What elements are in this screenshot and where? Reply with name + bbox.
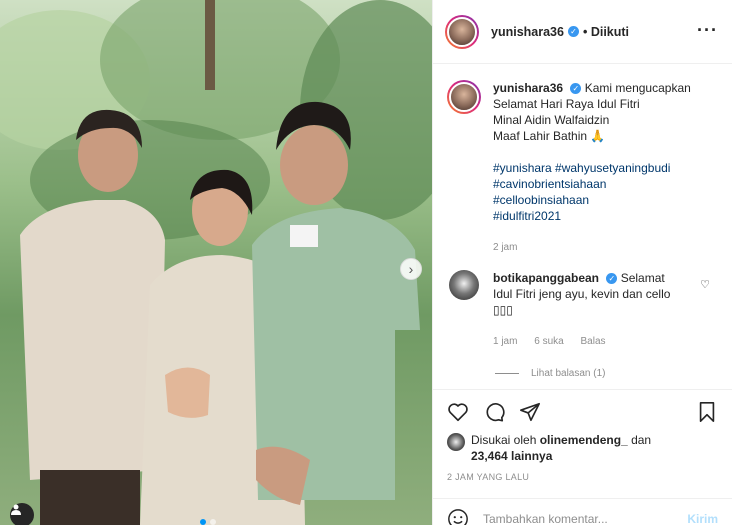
carousel-dot bbox=[200, 519, 206, 525]
reply-button[interactable]: Balas bbox=[580, 336, 605, 347]
chevron-right-icon: › bbox=[408, 261, 414, 277]
verified-icon: ✓ bbox=[567, 26, 579, 37]
comment-like-icon[interactable]: ♡ bbox=[700, 278, 710, 291]
view-replies-label: Lihat balasan (1) bbox=[531, 368, 606, 379]
comment-emoji: ▯▯▯ bbox=[493, 303, 513, 317]
heart-icon[interactable] bbox=[447, 401, 469, 423]
share-icon[interactable] bbox=[519, 401, 541, 423]
carousel-dots bbox=[200, 519, 216, 525]
user-icon bbox=[11, 504, 21, 515]
bookmark-icon[interactable] bbox=[696, 401, 718, 423]
hashtag-link[interactable]: #yunishara #wahyusetyaningbudi bbox=[493, 160, 691, 176]
caption-line: Selamat Hari Raya Idul Fitri bbox=[493, 97, 640, 111]
comment-item: botikapanggabean ✓ Selamat Idul Fitri je… bbox=[447, 270, 718, 350]
author-avatar[interactable] bbox=[445, 14, 479, 49]
post-actions: Disukai oleh olinemendeng_ dan 23,464 la… bbox=[433, 389, 732, 482]
author-username[interactable]: yunishara36 bbox=[491, 25, 564, 39]
likes-count[interactable]: 23,464 lainnya bbox=[471, 449, 552, 463]
comment-likes[interactable]: 6 suka bbox=[534, 336, 563, 347]
divider bbox=[495, 373, 519, 374]
post-side-panel: yunishara36 ✓ • Diikuti ··· yunishara36 … bbox=[432, 0, 732, 525]
comment-text: Idul Fitri jeng ayu, kevin dan cello bbox=[493, 287, 671, 301]
caption: yunishara36 ✓ Kami mengucapkan Selamat H… bbox=[447, 80, 718, 256]
liked-by-user[interactable]: olinemendeng_ bbox=[540, 433, 628, 447]
carousel-dot bbox=[210, 519, 216, 525]
caption-line: Kami mengucapkan bbox=[584, 81, 691, 95]
likes-summary: Disukai oleh olinemendeng_ dan 23,464 la… bbox=[447, 432, 718, 464]
caption-line: Minal Aidin Walfaidzin bbox=[493, 113, 610, 127]
commenter-username[interactable]: botikapanggabean bbox=[493, 271, 599, 285]
post-photo[interactable]: › bbox=[0, 0, 432, 525]
comment-meta: 1 jam 6 suka Balas bbox=[493, 334, 670, 350]
comments-section: yunishara36 ✓ Kami mengucapkan Selamat H… bbox=[433, 64, 732, 389]
comment-text: Selamat bbox=[620, 271, 665, 285]
post-timestamp[interactable]: 2 JAM YANG LALU bbox=[447, 472, 718, 482]
follow-status[interactable]: • Diikuti bbox=[583, 25, 629, 39]
hashtag-link[interactable]: #celloobinsiahaan bbox=[493, 192, 691, 208]
post-header: yunishara36 ✓ • Diikuti ··· bbox=[433, 0, 732, 64]
comment-input[interactable] bbox=[483, 511, 688, 525]
verified-icon: ✓ bbox=[606, 273, 618, 285]
caption-line: Maaf Lahir Bathin 🙏 bbox=[493, 129, 606, 143]
comment-time[interactable]: 1 jam bbox=[493, 336, 517, 347]
follow-status-label: Diikuti bbox=[590, 24, 630, 39]
send-comment-button[interactable]: Kirim bbox=[687, 512, 718, 525]
hashtag-link[interactable]: #idulfitri2021 bbox=[493, 208, 691, 224]
emoji-icon[interactable] bbox=[447, 508, 469, 525]
caption-time[interactable]: 2 jam bbox=[493, 242, 517, 253]
commenter-avatar[interactable] bbox=[449, 270, 479, 300]
liked-by-and: dan bbox=[631, 433, 652, 447]
photo-illustration bbox=[0, 0, 432, 525]
hashtag-link[interactable]: #cavinobrientsiahaan bbox=[493, 176, 691, 192]
tagged-users-button[interactable] bbox=[10, 503, 34, 525]
more-horizontal-icon[interactable]: ··· bbox=[697, 20, 718, 41]
liked-by-prefix: Disukai oleh bbox=[471, 433, 537, 447]
view-replies[interactable]: Lihat balasan (1) bbox=[495, 368, 718, 379]
caption-username[interactable]: yunishara36 bbox=[493, 81, 563, 95]
add-comment-bar: Kirim bbox=[433, 498, 732, 525]
caption-meta: 2 jam bbox=[493, 240, 691, 256]
comment-icon[interactable] bbox=[483, 401, 505, 423]
next-photo-button[interactable]: › bbox=[400, 258, 422, 280]
liker-avatar[interactable] bbox=[447, 433, 465, 451]
caption-avatar[interactable] bbox=[447, 80, 481, 114]
verified-icon: ✓ bbox=[570, 83, 582, 95]
